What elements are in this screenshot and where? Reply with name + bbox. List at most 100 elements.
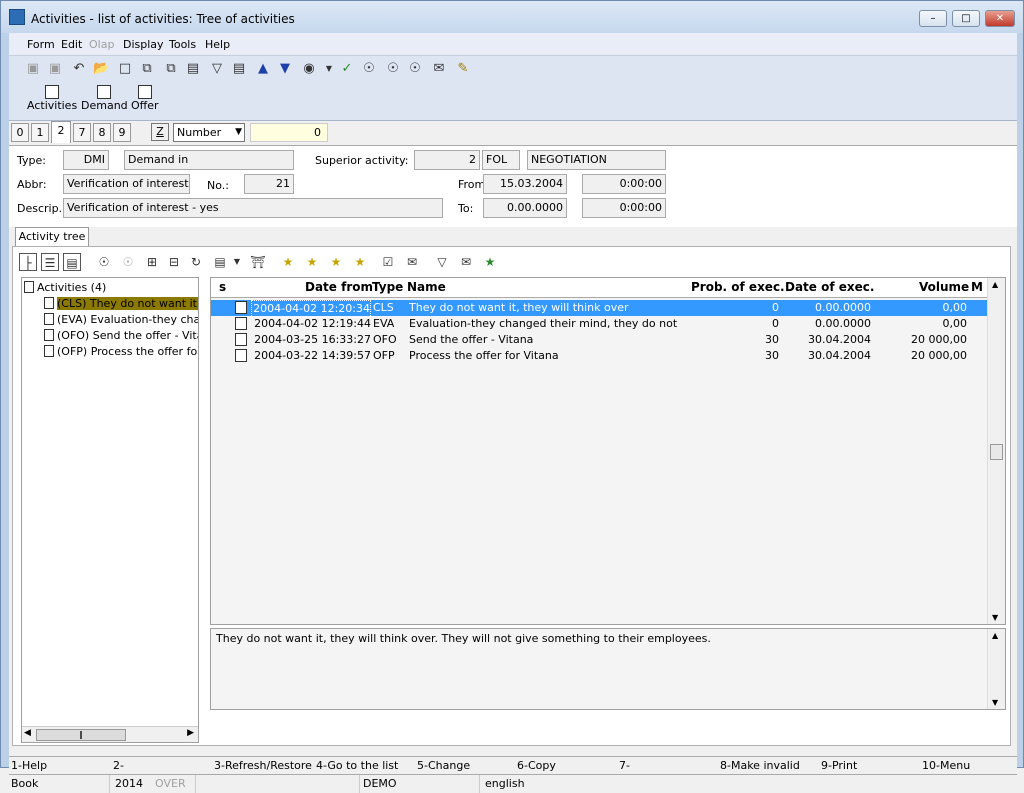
activity-tree[interactable]: Activities (4) (CLS) They do not want it…: [21, 277, 199, 743]
table-row[interactable]: 2004-04-02 12:20:34 CLS They do not want…: [211, 300, 987, 318]
menu-edit[interactable]: Edit: [61, 38, 82, 51]
f4-go-to-list[interactable]: 4-Go to the list: [316, 759, 398, 772]
filter-icon[interactable]: ▽: [209, 61, 225, 77]
scroll-up-icon[interactable]: ▲: [992, 280, 998, 289]
scroll-left-icon[interactable]: ◀: [24, 728, 31, 738]
demand-button[interactable]: Demand: [81, 85, 128, 112]
activities-button[interactable]: Activities: [27, 85, 77, 112]
star-edit-icon[interactable]: ★: [327, 253, 345, 271]
scroll-up-icon[interactable]: ▲: [992, 631, 998, 640]
f1-help[interactable]: 1-Help: [11, 759, 47, 772]
column-header-date-exec[interactable]: Date of exec.: [785, 280, 874, 294]
table-row[interactable]: 2004-03-25 16:33:27 OFO Send the offer -…: [211, 332, 987, 348]
camera-icon[interactable]: ◉: [301, 61, 317, 77]
z-button[interactable]: Z: [151, 123, 169, 141]
scroll-thumb[interactable]: ‖: [36, 729, 126, 741]
f10-menu[interactable]: 10-Menu: [922, 759, 970, 772]
type-name-field[interactable]: Demand in: [124, 150, 294, 170]
superior-name-field[interactable]: NEGOTIATION: [527, 150, 666, 170]
binoculars-next-icon[interactable]: ☉: [385, 61, 401, 77]
f5-change[interactable]: 5-Change: [417, 759, 470, 772]
detail-view-icon[interactable]: ▤: [63, 253, 81, 271]
menu-help[interactable]: Help: [205, 38, 230, 51]
column-header-m[interactable]: M: [971, 280, 983, 294]
filter-mail-icon[interactable]: ✉: [457, 253, 475, 271]
form-icon[interactable]: ▤: [211, 253, 229, 271]
menu-tools[interactable]: Tools: [169, 38, 196, 51]
tree-root[interactable]: Activities (4): [24, 280, 106, 296]
tab-7[interactable]: 7: [73, 123, 91, 142]
check-tree-icon[interactable]: ✓: [339, 61, 355, 77]
star-icon[interactable]: ★: [279, 253, 297, 271]
f2[interactable]: 2-: [113, 759, 124, 772]
tab-activity-tree[interactable]: Activity tree: [15, 227, 89, 247]
column-header-date-from[interactable]: Date from: [305, 280, 373, 294]
column-header-name[interactable]: Name: [407, 280, 446, 294]
search-value-field[interactable]: 0: [250, 123, 328, 142]
number-field[interactable]: 21: [244, 174, 294, 194]
description-field[interactable]: Verification of interest - yes: [63, 198, 443, 218]
scroll-right-icon[interactable]: ▶: [187, 728, 194, 738]
note-scrollbar[interactable]: ▲ ▼: [987, 629, 1005, 709]
paste-icon[interactable]: ⧉: [163, 61, 179, 77]
tab-8[interactable]: 8: [93, 123, 111, 142]
scroll-thumb[interactable]: [990, 444, 1003, 460]
column-header-type[interactable]: Type: [372, 280, 403, 294]
from-time-field[interactable]: 0:00:00: [582, 174, 666, 194]
shield-icon[interactable]: ⛩: [249, 253, 267, 271]
tree-item-ofo[interactable]: (OFO) Send the offer - Vitana: [44, 328, 198, 344]
mail-icon[interactable]: ✉: [403, 253, 421, 271]
filter-icon[interactable]: ▽: [433, 253, 451, 271]
from-date-field[interactable]: 15.03.2004: [483, 174, 567, 194]
tab-1[interactable]: 1: [31, 123, 49, 142]
f3-refresh[interactable]: 3-Refresh/Restore: [214, 759, 312, 772]
refresh-icon[interactable]: ↻: [187, 253, 205, 271]
dropdown-arrow-icon[interactable]: ▼: [228, 253, 246, 271]
save-icon[interactable]: ▣: [25, 61, 41, 77]
column-header-s[interactable]: s: [219, 280, 226, 294]
filter-star-icon[interactable]: ★: [481, 253, 499, 271]
tree-horizontal-scrollbar[interactable]: ◀ ‖ ▶: [22, 726, 198, 742]
tab-0[interactable]: 0: [11, 123, 29, 142]
to-date-field[interactable]: 0.00.0000: [483, 198, 567, 218]
scroll-down-icon[interactable]: ▼: [992, 613, 998, 622]
open-folder-icon[interactable]: 📂: [93, 61, 109, 77]
close-button[interactable]: ✕: [985, 10, 1015, 27]
table-row[interactable]: 2004-04-02 12:19:44 EVA Evaluation-they …: [211, 316, 987, 332]
star-hand-icon[interactable]: ★: [351, 253, 369, 271]
list-view-icon[interactable]: ☰: [41, 253, 59, 271]
menu-form[interactable]: Form: [27, 38, 55, 51]
copy-icon[interactable]: ⧉: [139, 61, 155, 77]
arrow-up-icon[interactable]: ▲: [255, 61, 271, 77]
dropdown-arrow-icon[interactable]: ▼: [321, 61, 337, 77]
minimize-button[interactable]: –: [919, 10, 947, 27]
tree-item-cls[interactable]: (CLS) They do not want it, they will thi…: [44, 296, 198, 312]
superior-number-field[interactable]: 2: [414, 150, 480, 170]
superior-code-field[interactable]: FOL: [482, 150, 520, 170]
activities-grid[interactable]: s Date from Type Name Prob. of exec. Dat…: [210, 277, 1006, 625]
to-time-field[interactable]: 0:00:00: [582, 198, 666, 218]
mail-icon[interactable]: ✉: [431, 61, 447, 77]
binoculars-icon[interactable]: ☉: [95, 253, 113, 271]
f7[interactable]: 7-: [619, 759, 630, 772]
menu-display[interactable]: Display: [123, 38, 164, 51]
filter-list-icon[interactable]: ▤: [231, 61, 247, 77]
binoculars-all-icon[interactable]: ☉: [407, 61, 423, 77]
arrow-down-icon[interactable]: ▼: [277, 61, 293, 77]
table-row[interactable]: 2004-03-22 14:39:57 OFP Process the offe…: [211, 348, 987, 364]
f9-print[interactable]: 9-Print: [821, 759, 857, 772]
type-code-field[interactable]: DMI: [63, 150, 109, 170]
expand-icon[interactable]: ⊞: [143, 253, 161, 271]
clipboard-check-icon[interactable]: ☑: [379, 253, 397, 271]
tab-9[interactable]: 9: [113, 123, 131, 142]
save-all-icon[interactable]: ▣: [47, 61, 63, 77]
tab-2[interactable]: 2: [51, 121, 71, 143]
tree-item-eva[interactable]: (EVA) Evaluation-they changed their mind…: [44, 312, 198, 328]
scroll-down-icon[interactable]: ▼: [992, 698, 998, 707]
tree-item-ofp[interactable]: (OFP) Process the offer for Vitana: [44, 344, 198, 360]
edit-note-icon[interactable]: ✎: [455, 61, 471, 77]
collapse-icon[interactable]: ⊟: [165, 253, 183, 271]
offer-button[interactable]: Offer: [131, 85, 159, 112]
column-header-volume[interactable]: Volume: [919, 280, 969, 294]
column-header-prob[interactable]: Prob. of exec.: [691, 280, 785, 294]
